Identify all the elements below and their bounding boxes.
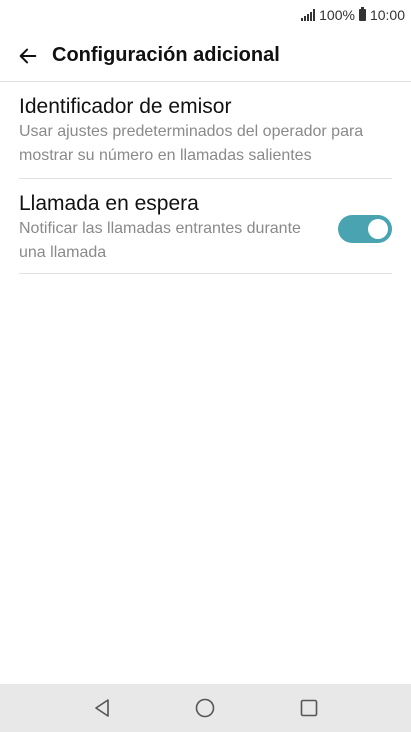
page-title: Configuración adicional (52, 44, 280, 66)
settings-list: Identificador de emisor Usar ajustes pre… (19, 82, 392, 274)
app-bar: Configuración adicional (0, 30, 411, 82)
navigation-bar (0, 684, 411, 732)
status-bar: 100% 10:00 (0, 0, 411, 30)
screen: 100% 10:00 Configuración adicional Ident… (0, 0, 411, 732)
toggle-knob (368, 219, 388, 239)
signal-icon (301, 9, 316, 21)
setting-description: Notificar las llamadas entrantes durante… (19, 220, 301, 261)
recents-square-icon (300, 699, 318, 717)
setting-call-waiting[interactable]: Llamada en espera Notificar las llamadas… (19, 179, 392, 274)
battery-percent: 100% (319, 7, 355, 23)
home-circle-icon (196, 698, 215, 718)
setting-description: Usar ajustes predeterminados del operado… (19, 123, 364, 164)
back-triangle-icon (95, 699, 109, 717)
nav-home-button[interactable] (185, 688, 225, 728)
nav-back-button[interactable] (82, 688, 122, 728)
setting-title: Llamada en espera (19, 192, 199, 215)
back-arrow-icon (19, 48, 37, 63)
nav-recents-button[interactable] (289, 688, 329, 728)
clock: 10:00 (369, 7, 405, 23)
setting-caller-id[interactable]: Identificador de emisor Usar ajustes pre… (19, 82, 392, 179)
back-button[interactable] (8, 36, 48, 76)
battery-icon (358, 7, 366, 21)
setting-title: Identificador de emisor (19, 95, 232, 118)
call-waiting-toggle[interactable] (338, 215, 392, 243)
